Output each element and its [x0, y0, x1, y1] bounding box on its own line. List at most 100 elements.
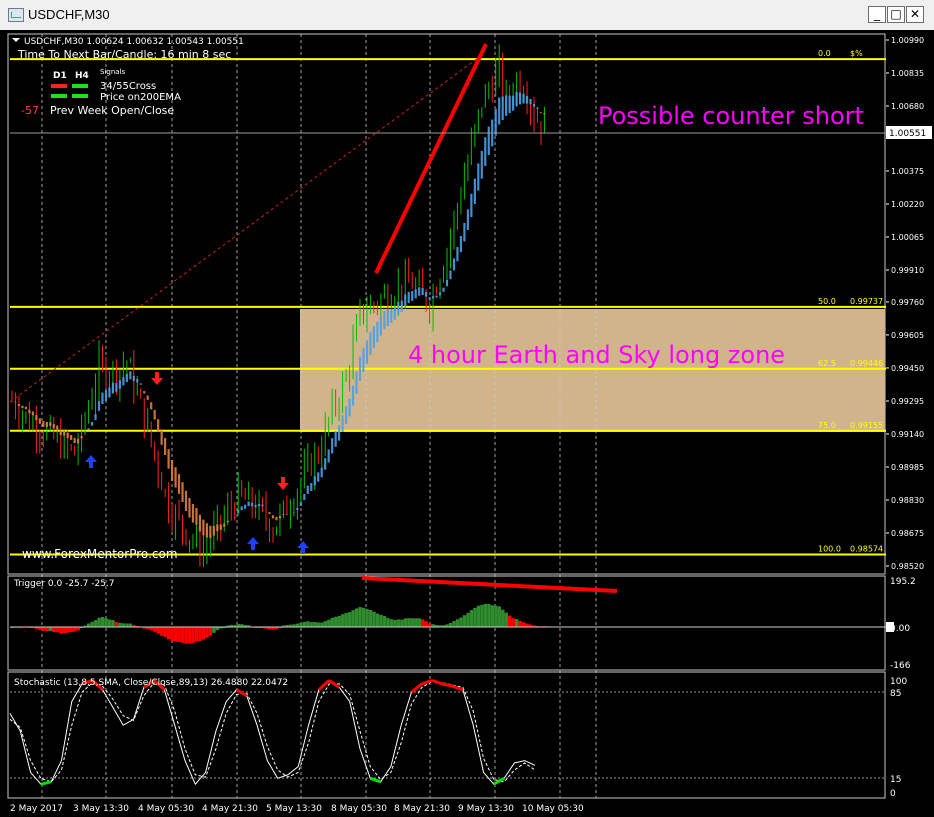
current-price-label: 1.00551: [889, 129, 926, 139]
histogram-bar: [361, 607, 366, 627]
histogram-bar: [490, 605, 495, 627]
histogram-bar: [212, 627, 216, 633]
histogram-bar: [403, 618, 408, 627]
histogram-bar: [483, 603, 488, 627]
histogram-bar: [334, 616, 338, 627]
prev-week-value: -57: [21, 104, 39, 117]
histogram-bar: [501, 609, 505, 627]
stoch-axis-85: 85: [890, 689, 901, 699]
histogram-bar: [372, 611, 376, 627]
histogram-bar: [341, 614, 345, 627]
histogram-bar: [515, 619, 519, 627]
price-label: 0.99605: [891, 331, 924, 340]
histogram-bar: [302, 621, 307, 627]
histogram-bar: [354, 608, 359, 627]
trigger-title: Trigger 0.0 -25.7 -25.7: [13, 579, 115, 589]
histogram-bar: [167, 627, 171, 640]
histogram-bar: [295, 623, 300, 627]
histogram-bar: [93, 620, 98, 627]
histogram-bar: [118, 622, 122, 627]
histogram-bar: [173, 627, 178, 642]
histogram-bar: [187, 627, 192, 644]
histogram-bar: [198, 627, 202, 642]
histogram-bar: [180, 627, 185, 643]
histogram-bar: [480, 604, 484, 627]
histogram-bar: [400, 619, 404, 627]
histogram-bar: [86, 623, 91, 627]
price-label: 0.98675: [891, 529, 924, 538]
histogram-bar: [107, 619, 112, 627]
time-label: 4 May 05:30: [138, 804, 194, 814]
histogram-bar: [66, 627, 70, 633]
histogram-bar: [487, 603, 491, 627]
histogram-bar: [184, 627, 188, 644]
trigger-axis-top: 195.2: [890, 577, 916, 587]
histogram-bar: [417, 618, 421, 627]
trigger-axis-zero: 0.00: [890, 624, 910, 634]
cross-label: 34/55Cross: [100, 81, 156, 92]
fib-level-label: 50.0: [818, 297, 836, 306]
minimize-button[interactable]: _: [868, 6, 886, 23]
histogram-bar: [455, 619, 460, 627]
histogram-bar: [149, 627, 153, 631]
time-label: 4 May 21:30: [202, 804, 258, 814]
h4-ema-signal: [72, 94, 88, 98]
histogram-bar: [208, 627, 213, 636]
histogram-bar: [358, 607, 362, 627]
stochastic-title: Stochastic (13,8,5,SMA, Close/Close,89,1…: [14, 678, 288, 688]
histogram-bar: [125, 623, 129, 627]
price-label: 0.99760: [891, 298, 924, 307]
histogram-bar: [421, 619, 425, 627]
fib-level-label: 0.0: [818, 49, 831, 58]
histogram-bar: [368, 609, 373, 627]
price-label: 1.00375: [891, 167, 924, 176]
histogram-bar: [323, 621, 327, 627]
fib-level-label: 75.0: [818, 421, 836, 430]
prev-week-label: Prev Week Open/Close: [50, 104, 174, 117]
stochastic-panel: [7, 671, 886, 799]
maximize-button[interactable]: □: [887, 6, 905, 23]
symbol-line: USDCHF,M30 1.00624 1.00632 1.00543 1.005…: [24, 37, 244, 47]
fib-value-label: 0.99737: [850, 297, 883, 306]
time-label: 3 May 13:30: [73, 804, 129, 814]
fib-level-label: 100.0: [818, 545, 841, 554]
histogram-bar: [100, 616, 105, 627]
histogram-bar: [163, 627, 167, 638]
stoch-axis-15: 15: [890, 775, 901, 785]
counter-short-annotation: Possible counter short: [598, 102, 864, 130]
price-label: 0.99140: [891, 430, 924, 439]
histogram-bar: [410, 618, 414, 627]
fib-level-label: 62.5: [818, 359, 836, 368]
histogram-bar: [469, 610, 474, 627]
histogram-bar: [375, 613, 380, 627]
ema-label: Price on200EMA: [100, 92, 181, 103]
d1-ema-signal: [51, 94, 67, 98]
histogram-bar: [177, 627, 181, 642]
histogram-bar: [344, 612, 348, 627]
histogram-bar: [473, 607, 477, 627]
histogram-bar: [504, 612, 508, 627]
histogram-bar: [396, 619, 401, 627]
close-button[interactable]: ✕: [906, 6, 924, 23]
fib-value-label: 0.99446: [850, 359, 883, 368]
time-axis: 2 May 2017 3 May 13:30 4 May 05:30 4 May 21…: [10, 804, 584, 814]
price-label: 1.00065: [891, 233, 924, 242]
histogram-bar: [327, 619, 331, 627]
window-titlebar: USDCHF,M30 _ □ ✕: [0, 0, 934, 31]
chart-area[interactable]: 0.0 $% 50.0 0.99737 62.5 0.99446 75.0 0.99155 10…: [0, 30, 934, 817]
tf-h4-label: H4: [75, 71, 89, 81]
time-label: 2 May 2017: [10, 804, 63, 814]
trigger-axis-bottom: -166: [890, 661, 911, 671]
histogram-bar: [90, 621, 94, 627]
histogram-bar: [466, 612, 470, 627]
histogram-bar: [111, 620, 115, 627]
histogram-bar: [170, 627, 174, 642]
watermark: www.ForexMentorPro.com: [22, 547, 178, 561]
price-label: 1.00990: [891, 36, 924, 45]
price-label: 0.98830: [891, 496, 924, 505]
histogram-bar: [320, 622, 324, 627]
histogram-bar: [494, 605, 498, 627]
time-label: 5 May 13:30: [266, 804, 322, 814]
histogram-bar: [104, 618, 108, 627]
price-label: 1.00220: [891, 200, 924, 209]
